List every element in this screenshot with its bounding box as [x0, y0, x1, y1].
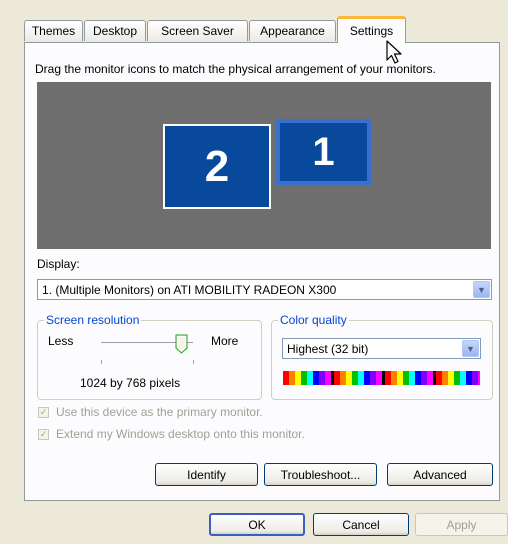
cancel-button[interactable]: Cancel — [313, 513, 409, 536]
instructions-text: Drag the monitor icons to match the phys… — [35, 62, 436, 76]
tab-settings[interactable]: Settings — [337, 16, 406, 43]
apply-button[interactable]: Apply — [415, 513, 508, 536]
resolution-less-label: Less — [48, 334, 74, 348]
advanced-button[interactable]: Advanced — [387, 463, 493, 486]
screen-resolution-label: Screen resolution — [44, 313, 142, 327]
resolution-slider-thumb[interactable] — [175, 334, 188, 354]
color-spectrum-bar — [283, 371, 480, 385]
primary-monitor-label: Use this device as the primary monitor. — [56, 405, 263, 419]
tab-appearance[interactable]: Appearance — [249, 20, 336, 41]
display-select[interactable]: 1. (Multiple Monitors) on ATI MOBILITY R… — [37, 279, 492, 300]
color-quality-select[interactable]: Highest (32 bit) ▼ — [282, 338, 481, 359]
extend-desktop-checkbox[interactable]: ✓ — [38, 429, 49, 440]
ok-button[interactable]: OK — [209, 513, 305, 536]
color-quality-value: Highest (32 bit) — [287, 341, 369, 356]
color-quality-group: Color quality — [271, 313, 493, 400]
identify-button[interactable]: Identify — [155, 463, 258, 486]
extend-desktop-label: Extend my Windows desktop onto this moni… — [56, 427, 305, 441]
resolution-value-text: 1024 by 768 pixels — [80, 376, 181, 390]
display-select-value: 1. (Multiple Monitors) on ATI MOBILITY R… — [42, 282, 337, 297]
tab-screen-saver[interactable]: Screen Saver — [147, 20, 248, 41]
monitor-2-icon[interactable]: 2 — [163, 124, 271, 209]
monitor-1-icon[interactable]: 1 — [276, 119, 371, 185]
color-quality-label: Color quality — [278, 313, 349, 327]
slider-tick-left — [101, 360, 102, 364]
tab-themes[interactable]: Themes — [24, 20, 83, 41]
mouse-cursor-icon — [386, 40, 404, 66]
resolution-more-label: More — [211, 334, 239, 348]
tab-desktop[interactable]: Desktop — [84, 20, 146, 41]
primary-monitor-checkbox[interactable]: ✓ — [38, 407, 49, 418]
display-label: Display: — [37, 257, 80, 271]
troubleshoot-button[interactable]: Troubleshoot... — [264, 463, 377, 486]
slider-tick-right — [193, 360, 194, 364]
chevron-down-icon[interactable]: ▼ — [462, 340, 479, 357]
chevron-down-icon[interactable]: ▼ — [473, 281, 490, 298]
